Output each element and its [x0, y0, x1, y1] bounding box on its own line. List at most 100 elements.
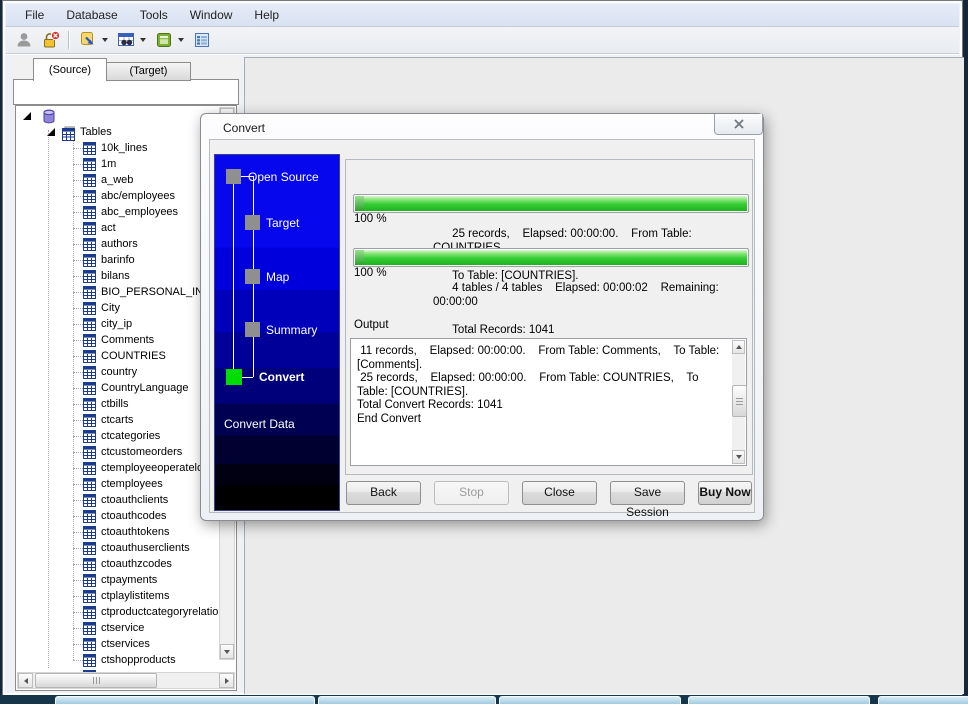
tree-item-label: act	[101, 222, 116, 234]
chevron-down-icon[interactable]	[178, 38, 184, 42]
tree-item[interactable]: ctbills	[17, 396, 221, 412]
tree-item[interactable]: CountryLanguage	[17, 380, 221, 396]
details-list-icon[interactable]	[190, 29, 214, 51]
tab-target[interactable]: (Target)	[106, 62, 191, 81]
expand-arrow-icon[interactable]	[23, 112, 31, 120]
menu-tools[interactable]: Tools	[131, 6, 177, 24]
tree-item-label: 1m	[101, 158, 116, 170]
screen: FileDatabase ToolsWindowHelp	[0, 0, 968, 704]
output-line: 11 records, Elapsed: 00:00:00. From Tabl…	[357, 345, 725, 372]
user-icon[interactable]	[12, 29, 36, 51]
tree-item[interactable]: city_ip	[17, 316, 221, 332]
new-conversion-icon[interactable]	[76, 29, 100, 51]
step-connector	[233, 176, 234, 377]
tree-item-label: ctoauthuserclients	[101, 542, 190, 554]
tab-source[interactable]: (Source)	[33, 58, 107, 81]
table-icon	[83, 174, 96, 187]
menu-window[interactable]: Window	[181, 6, 242, 24]
step-label-convert: Convert	[259, 370, 304, 384]
close-button[interactable]: Close	[522, 481, 597, 505]
tree-item[interactable]: abc_employees	[17, 204, 221, 220]
step-connector	[242, 377, 253, 378]
tree-root-database[interactable]	[17, 108, 221, 124]
tree-item[interactable]: BIO_PERSONAL_INF	[17, 284, 221, 300]
tree-node-tables[interactable]: Tables	[17, 124, 221, 140]
tree-item[interactable]: ctservice	[17, 620, 221, 636]
toolbar	[6, 27, 959, 54]
tree-item[interactable]: country	[17, 364, 221, 380]
chevron-down-icon[interactable]	[140, 38, 146, 42]
output-line: 25 records, Elapsed: 00:00:00. From Tabl…	[357, 372, 725, 399]
tree-item[interactable]: 10k_lines	[17, 140, 221, 156]
scrollbar-thumb[interactable]	[732, 385, 747, 417]
tree-item[interactable]: bilans	[17, 268, 221, 284]
tree-item[interactable]: act	[17, 220, 221, 236]
back-button[interactable]: Back	[346, 481, 421, 505]
tree-item[interactable]: authors	[17, 236, 221, 252]
tree-item[interactable]: abc/employees	[17, 188, 221, 204]
output-label: Output	[354, 319, 389, 331]
close-icon[interactable]	[714, 114, 763, 135]
tree-item[interactable]: ctcarts	[17, 412, 221, 428]
tree-item[interactable]: Comments	[17, 332, 221, 348]
tree-item[interactable]: ctproductcategoryrelation	[17, 604, 221, 620]
tree-item[interactable]: ctoauthuserclients	[17, 540, 221, 556]
tree-item-label: bilans	[101, 270, 130, 282]
total-progress-bar	[353, 248, 749, 267]
tree-item[interactable]: 1m	[17, 156, 221, 172]
tree-item-label: ctbills	[101, 398, 129, 410]
output-scrollbar[interactable]	[732, 340, 745, 464]
tree-item[interactable]: ctoauthtokens	[17, 524, 221, 540]
output-line: End Convert	[357, 413, 725, 427]
tree-item[interactable]: ctoauthcodes	[17, 508, 221, 524]
expand-arrow-icon[interactable]	[47, 128, 55, 136]
table-icon	[83, 462, 96, 475]
tree-item[interactable]: City	[17, 300, 221, 316]
tree-item-label: ctoauthcodes	[101, 510, 166, 522]
tree-item[interactable]: ctservices	[17, 636, 221, 652]
scrollbar-thumb[interactable]	[35, 673, 157, 688]
scroll-left-icon[interactable]	[18, 673, 33, 688]
menu-database[interactable]: Database	[57, 6, 126, 24]
step-label-open-source: Open Source	[248, 170, 319, 184]
scroll-down-icon[interactable]	[220, 644, 234, 659]
tree-item[interactable]: ctpayments	[17, 572, 221, 588]
scroll-down-icon[interactable]	[732, 450, 745, 464]
tree-item[interactable]: ctemployees	[17, 476, 221, 492]
output-log[interactable]: 11 records, Elapsed: 00:00:00. From Tabl…	[350, 338, 747, 466]
chevron-down-icon[interactable]	[102, 38, 108, 42]
stop-button: Stop	[434, 481, 509, 505]
menu-file[interactable]: File	[16, 6, 53, 24]
tree-item-label: ctcarts	[101, 414, 133, 426]
buy-now-button[interactable]: Buy Now	[698, 481, 752, 505]
scroll-right-icon[interactable]	[219, 673, 234, 688]
tree-item[interactable]: ctshopproducts	[17, 652, 221, 668]
tree-item[interactable]: ctcategories	[17, 428, 221, 444]
table-icon	[83, 574, 96, 587]
tree-item-label: City	[101, 302, 120, 314]
table-icon	[83, 142, 96, 155]
tree-item[interactable]: COUNTRIES	[17, 348, 221, 364]
menu-help[interactable]: Help	[245, 6, 288, 24]
table-icon	[83, 430, 96, 443]
tree-item[interactable]: ctcustomeorders	[17, 444, 221, 460]
tree-item[interactable]: a_web	[17, 172, 221, 188]
tree-item[interactable]: ctemployeeoperatelog	[17, 460, 221, 476]
step-map-marker	[245, 269, 260, 284]
table-icon	[83, 622, 96, 635]
output-text: 11 records, Elapsed: 00:00:00. From Tabl…	[357, 345, 725, 426]
tree-item[interactable]: ctoauthclients	[17, 492, 221, 508]
tree-item[interactable]: barinfo	[17, 252, 221, 268]
convert-window-icon[interactable]	[152, 29, 176, 51]
disconnect-lock-icon[interactable]	[38, 29, 62, 51]
tree-item-label: barinfo	[101, 254, 135, 266]
tree-item[interactable]: ctplaylistitems	[17, 588, 221, 604]
table-viewer-icon[interactable]	[114, 29, 138, 51]
scroll-up-icon[interactable]	[732, 340, 745, 354]
table-icon	[83, 318, 96, 331]
tree-item-label: ctoauthclients	[101, 494, 168, 506]
table-icon	[83, 558, 96, 571]
tree-horizontal-scrollbar[interactable]	[17, 672, 235, 689]
tree-item[interactable]: ctoauthzcodes	[17, 556, 221, 572]
save-session-button[interactable]: Save Session	[610, 481, 685, 505]
